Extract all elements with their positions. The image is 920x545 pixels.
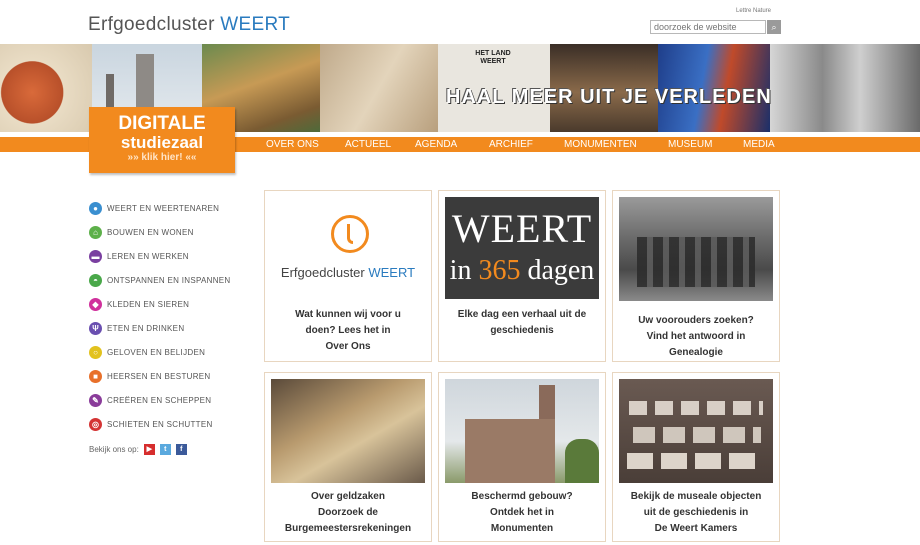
nav-media[interactable]: MEDIA: [743, 139, 775, 150]
social-links: Bekijk ons op: ▶ t f: [89, 444, 187, 455]
site-logo[interactable]: Erfgoedcluster WEERT: [88, 14, 290, 36]
house-icon: ⌂: [89, 225, 102, 239]
nav-monumenten[interactable]: MONUMENTEN: [564, 139, 637, 150]
theme-sidebar: ● WEERT EN WEERTENAREN ⌂ BOUWEN EN WONEN ▬…: [89, 196, 259, 436]
book-icon: ▬: [89, 249, 102, 263]
weert-365-banner: WEERT in 365 dagen: [445, 197, 599, 299]
object-row-1: [629, 401, 763, 415]
nav-over-ons[interactable]: OVER ONS: [266, 139, 319, 150]
sidebar-item-geloven[interactable]: ○ GELOVEN EN BELIJDEN: [89, 340, 259, 364]
logo-symbol: [347, 224, 353, 244]
object-row-2: [633, 427, 761, 443]
object-row-3: [627, 453, 763, 469]
photo-figures: [637, 237, 755, 287]
tile-genealogie[interactable]: Uw voorouders zoeken? Vind het antwoord …: [612, 190, 780, 362]
sidebar-item-schieten[interactable]: ◎ SCHIETEN EN SCHUTTEN: [89, 412, 259, 436]
sidebar-item-creeren[interactable]: ✎ CREËREN EN SCHEPPEN: [89, 388, 259, 412]
sidebar-item-leren[interactable]: ▬ LEREN EN WERKEN: [89, 244, 259, 268]
tile-caption: Over geldzaken Doorzoek de Burgemeesters…: [284, 491, 412, 534]
search-icon: ⌕: [771, 22, 777, 32]
dz-line-1: DIGITALE: [118, 113, 206, 134]
person-icon: ●: [89, 201, 102, 215]
nav-archief[interactable]: ARCHIEF: [489, 139, 533, 150]
tile-burgemeestersrekeningen[interactable]: Over geldzaken Doorzoek de Burgemeesters…: [264, 372, 432, 542]
sidebar-item-ontspannen[interactable]: ◓ ONTSPANNEN EN INSPANNEN: [89, 268, 259, 292]
sidebar-item-eten[interactable]: Ψ ETEN EN DRINKEN: [89, 316, 259, 340]
logo-text: Erfgoedcluster: [88, 14, 221, 35]
photo-church: [445, 379, 599, 483]
banner-slogan: HAAL MEER UIT JE VERLEDEN: [446, 86, 772, 108]
nav-museum[interactable]: MUSEUM: [668, 139, 712, 150]
tile-weert-kamers[interactable]: Bekijk de museale objecten uit de geschi…: [612, 372, 780, 542]
cutlery-icon: Ψ: [89, 321, 102, 335]
tile-monumenten[interactable]: Beschermd gebouw? Ontdek het in Monument…: [438, 372, 606, 542]
leisure-icon: ◓: [89, 273, 102, 287]
banner-photo-seal: [0, 44, 92, 132]
clothing-icon: ◆: [89, 297, 102, 311]
digitale-studiezaal-button[interactable]: DIGITALE studiezaal »» klik hier! ««: [89, 107, 235, 173]
tile-caption: Uw voorouders zoeken? Vind het antwoord …: [638, 315, 754, 358]
dz-line-2: studiezaal: [120, 133, 204, 152]
nav-agenda[interactable]: AGENDA: [415, 139, 457, 150]
facebook-icon[interactable]: f: [175, 444, 187, 455]
sidebar-item-kleden[interactable]: ◆ KLEDEN EN SIEREN: [89, 292, 259, 316]
logo-accent: WEERT: [220, 14, 291, 35]
tile-logo-text: Erfgoedcluster WEERT: [280, 265, 416, 280]
search-input[interactable]: [650, 20, 766, 34]
faith-icon: ○: [89, 345, 102, 359]
tile-caption: Elke dag een verhaal uit de geschiedenis: [457, 309, 587, 336]
photo-old-books: [271, 379, 425, 483]
photo-museum-objects: [619, 379, 773, 483]
sidebar-item-bouwen[interactable]: ⌂ BOUWEN EN WONEN: [89, 220, 259, 244]
banner-photo-manuscript: [320, 44, 438, 132]
church-trees: [565, 439, 599, 483]
weert-365-title: WEERT: [451, 206, 593, 251]
twitter-icon[interactable]: t: [159, 444, 171, 455]
church-body: [465, 419, 555, 483]
newspaper-headline: HET LAND WEERT: [475, 50, 511, 65]
utility-link[interactable]: Lettre Nature: [736, 8, 771, 14]
search-button[interactable]: ⌕: [767, 20, 781, 34]
weert-365-subtitle: in 365 dagen: [449, 255, 595, 286]
tile-caption: Beschermd gebouw? Ontdek het in Monument…: [471, 491, 573, 534]
tile-365-dagen[interactable]: WEERT in 365 dagen Elke dag een verhaal …: [438, 190, 606, 362]
youtube-icon[interactable]: ▶: [143, 444, 155, 455]
palette-icon: ✎: [89, 393, 102, 407]
sidebar-item-heersen[interactable]: ■ HEERSEN EN BESTUREN: [89, 364, 259, 388]
banner-photo-people: [770, 44, 920, 132]
tile-caption: Bekijk de museale objecten uit de geschi…: [630, 491, 762, 534]
social-label: Bekijk ons op:: [89, 445, 139, 454]
tile-caption: Wat kunnen wij voor u doen? Lees het in …: [295, 309, 401, 352]
photo-family-group: [619, 197, 773, 301]
nav-actueel[interactable]: ACTUEEL: [345, 139, 391, 150]
sidebar-item-weert[interactable]: ● WEERT EN WEERTENAREN: [89, 196, 259, 220]
dz-line-3: »» klik hier! ««: [127, 152, 197, 163]
erfgoed-logo-icon: [331, 215, 369, 253]
target-icon: ◎: [89, 417, 102, 431]
governance-icon: ■: [89, 369, 102, 383]
tile-over-ons[interactable]: Erfgoedcluster WEERT Wat kunnen wij voor…: [264, 190, 432, 362]
